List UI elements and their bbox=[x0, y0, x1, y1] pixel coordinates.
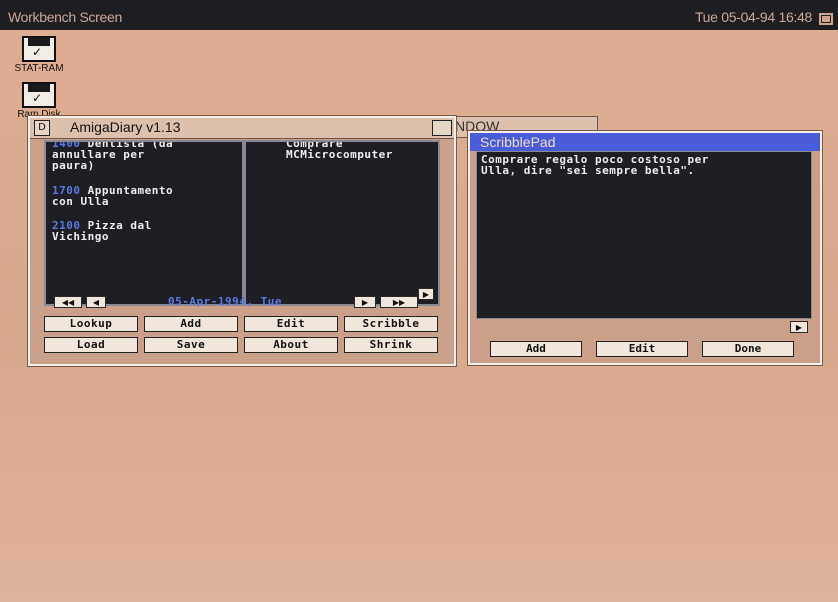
clock: Tue 05-04-94 16:48 bbox=[694, 9, 812, 25]
desktop-icon-label: STAT-RAM bbox=[14, 63, 64, 74]
scribble-done-button[interactable]: Done bbox=[702, 341, 794, 357]
desktop-icon-stat-ram[interactable]: STAT-RAM bbox=[14, 36, 64, 74]
scribblepad-window: ScribblePad Comprare regalo poco costoso… bbox=[467, 130, 823, 366]
list-item[interactable]: 1700 Appuntamento con Ulla bbox=[52, 185, 173, 207]
button-row-2: Load Save About Shrink bbox=[44, 337, 438, 353]
list-item[interactable]: 2100 Pizza dal Vichingo bbox=[52, 220, 152, 242]
scroll-right-arrow-icon[interactable]: ▶ bbox=[790, 321, 808, 333]
diary-todo-list[interactable]: Comprare MCMicrocomputer ▶ bbox=[244, 140, 440, 306]
date-nav-forward: ▶ ▶▶ bbox=[354, 296, 418, 308]
scribble-edit-button[interactable]: Edit bbox=[596, 341, 688, 357]
current-date: 05-Apr-1994, Tue bbox=[168, 295, 282, 308]
close-gadget-icon[interactable]: D bbox=[34, 120, 50, 136]
prev-arrow-icon[interactable]: ◀ bbox=[86, 296, 106, 308]
list-item[interactable]: 1400 Dentista (da annullare per paura) bbox=[52, 142, 173, 171]
last-arrow-icon[interactable]: ▶▶ bbox=[380, 296, 418, 308]
next-arrow-icon[interactable]: ▶ bbox=[354, 296, 376, 308]
diary-window-title: AmigaDiary v1.13 bbox=[70, 119, 181, 135]
button-row-1: Lookup Add Edit Scribble bbox=[44, 316, 438, 332]
save-button[interactable]: Save bbox=[144, 337, 238, 353]
date-nav-back: ◀◀ ◀ bbox=[54, 296, 106, 308]
scribblepad-text-area[interactable]: Comprare regalo poco costoso per Ulla, d… bbox=[476, 151, 812, 319]
floppy-disk-icon bbox=[22, 36, 56, 62]
scroll-right-arrow-icon[interactable]: ▶ bbox=[418, 288, 434, 300]
about-button[interactable]: About bbox=[244, 337, 338, 353]
list-item[interactable]: Comprare MCMicrocomputer bbox=[286, 142, 393, 160]
scribblepad-buttons: Add Edit Done bbox=[490, 341, 794, 357]
shrink-button[interactable]: Shrink bbox=[344, 337, 438, 353]
diary-title-bar[interactable]: D AmigaDiary v1.13 bbox=[30, 118, 454, 139]
scribble-add-button[interactable]: Add bbox=[490, 341, 582, 357]
screen-depth-gadget-icon[interactable] bbox=[818, 12, 834, 26]
screen-title: Workbench Screen bbox=[8, 9, 123, 25]
edit-button[interactable]: Edit bbox=[244, 316, 338, 332]
amigadiary-window: D AmigaDiary v1.13 1400 Dentista (da ann… bbox=[27, 115, 457, 367]
desktop-icon-ram-disk[interactable]: Ram Disk bbox=[14, 82, 64, 120]
scribble-button[interactable]: Scribble bbox=[344, 316, 438, 332]
add-button[interactable]: Add bbox=[144, 316, 238, 332]
scribblepad-text: Comprare regalo poco costoso per Ulla, d… bbox=[481, 153, 709, 177]
load-button[interactable]: Load bbox=[44, 337, 138, 353]
floppy-disk-icon bbox=[22, 82, 56, 108]
scribblepad-title: ScribblePad bbox=[480, 134, 556, 150]
depth-gadget-icon[interactable] bbox=[432, 120, 452, 136]
screen-title-bar[interactable]: Workbench Screen Tue 05-04-94 16:48 bbox=[0, 0, 838, 30]
diary-appointments-list[interactable]: 1400 Dentista (da annullare per paura) 1… bbox=[44, 140, 244, 306]
lookup-button[interactable]: Lookup bbox=[44, 316, 138, 332]
workbench-screen: Workbench Screen Tue 05-04-94 16:48 STAT… bbox=[0, 0, 838, 602]
first-arrow-icon[interactable]: ◀◀ bbox=[54, 296, 82, 308]
scribblepad-title-bar[interactable]: ScribblePad bbox=[470, 133, 820, 151]
